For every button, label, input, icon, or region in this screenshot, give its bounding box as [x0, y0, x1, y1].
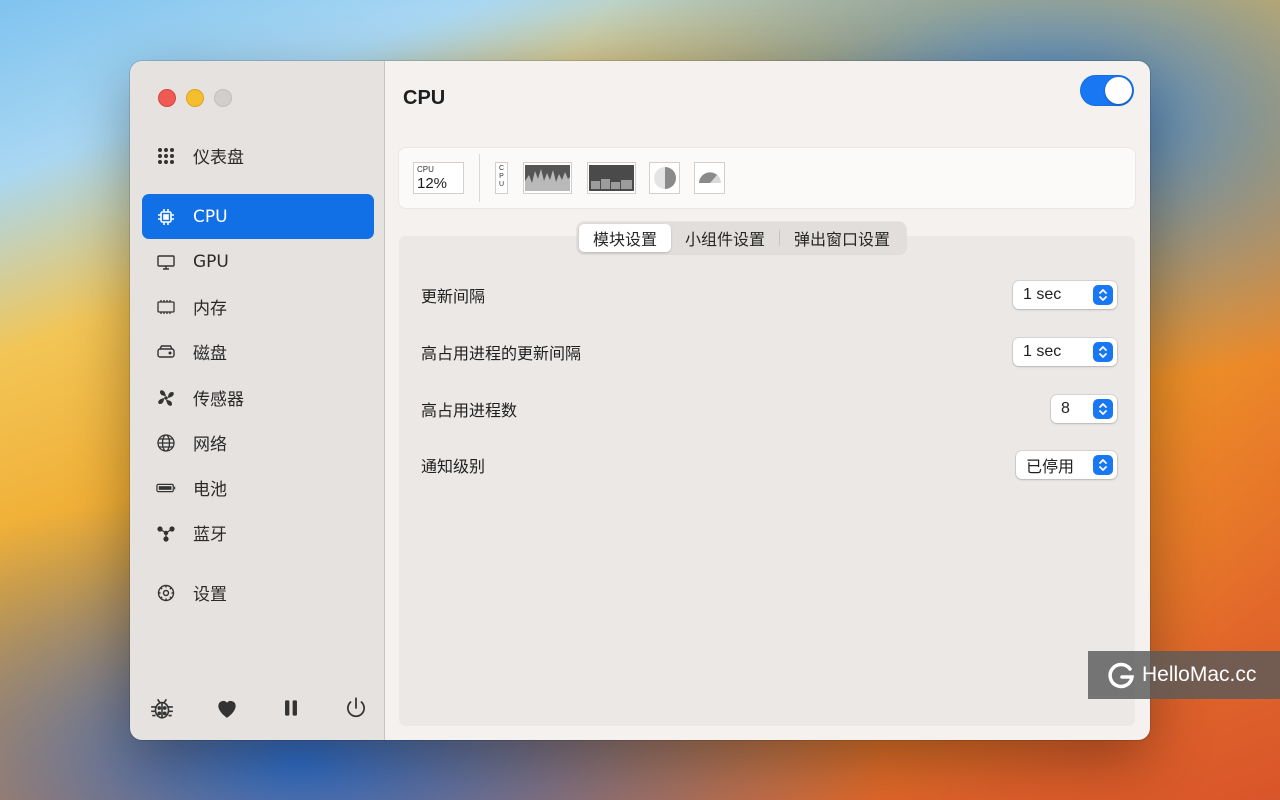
bar-chart-icon — [589, 165, 634, 191]
power-icon — [346, 697, 365, 718]
cpu-chip-icon — [155, 206, 177, 228]
top-process-interval-select[interactable]: 1 sec — [1013, 338, 1117, 366]
support-button[interactable] — [213, 694, 241, 722]
gear-icon — [155, 582, 177, 604]
sidebar-footer — [148, 694, 370, 722]
chevron-updown-icon — [1093, 455, 1113, 475]
top-process-count-select[interactable]: 8 — [1051, 395, 1117, 423]
select-value: 1 sec — [1023, 286, 1062, 303]
setting-label: 通知级别 — [421, 457, 486, 476]
line-chart-icon — [525, 165, 570, 191]
widget-gauge[interactable] — [694, 162, 725, 194]
sidebar-item-battery[interactable]: 电池 — [142, 465, 374, 510]
setting-row-top-process-count: 高占用进程数 8 — [421, 394, 1117, 424]
quit-button[interactable] — [342, 694, 370, 722]
dashboard-grid-icon — [155, 145, 177, 167]
sidebar-item-label: 电池 — [193, 480, 227, 500]
sidebar-item-sensors[interactable]: 传感器 — [142, 375, 374, 420]
gauge-icon — [698, 172, 721, 183]
sidebar-item-network[interactable]: 网络 — [142, 420, 374, 465]
fan-icon — [155, 387, 177, 409]
update-interval-select[interactable]: 1 sec — [1013, 281, 1117, 309]
sidebar-item-label: 内存 — [193, 299, 227, 319]
memory-icon — [155, 296, 177, 318]
tab-module-settings[interactable]: 模块设置 — [579, 224, 672, 252]
minimize-button[interactable] — [186, 89, 204, 107]
setting-row-notification-level: 通知级别 已停用 — [421, 450, 1117, 480]
settings-panel: 模块设置 小组件设置 弹出窗口设置 更新间隔 1 sec 高占用进程的更新间隔 … — [399, 222, 1135, 726]
divider — [479, 154, 480, 202]
widget-pie-chart[interactable] — [649, 162, 680, 194]
watermark-text: HelloMac.cc — [1142, 663, 1257, 686]
widget-mini-value: 12% — [417, 175, 448, 192]
watermark: HelloMac.cc — [1088, 651, 1280, 699]
chevron-updown-icon — [1093, 285, 1113, 305]
sidebar: 仪表盘 CPU GPU 内存 磁盘 传感器 网络 电池 蓝牙 设置 — [130, 61, 385, 740]
sidebar-item-label: 设置 — [193, 585, 227, 605]
tab-widget-settings[interactable]: 小组件设置 — [671, 224, 779, 252]
window-controls — [158, 89, 232, 107]
sidebar-item-label: 磁盘 — [193, 344, 227, 364]
chevron-updown-icon — [1093, 342, 1113, 362]
widget-vertical-label[interactable]: CPU — [495, 162, 508, 194]
sidebar-item-label: 蓝牙 — [193, 525, 227, 545]
setting-row-top-process-interval: 高占用进程的更新间隔 1 sec — [421, 337, 1117, 367]
sidebar-item-disk[interactable]: 磁盘 — [142, 329, 374, 374]
sidebar-item-gpu[interactable]: GPU — [142, 239, 374, 284]
widget-bar-chart[interactable] — [587, 162, 636, 194]
widget-mini[interactable]: CPU 12% — [413, 162, 464, 194]
page-title: CPU — [403, 87, 446, 109]
notification-level-select[interactable]: 已停用 — [1016, 451, 1117, 479]
battery-icon — [155, 477, 177, 499]
setting-row-update-interval: 更新间隔 1 sec — [421, 280, 1117, 310]
sidebar-item-label: GPU — [193, 251, 229, 272]
setting-label: 高占用进程的更新间隔 — [421, 344, 582, 363]
setting-label: 高占用进程数 — [421, 401, 518, 420]
main-content: CPU CPU 12% CPU 模块设置 小组件设置 弹出窗口设置 更新间隔 1… — [385, 61, 1150, 740]
report-bug-button[interactable] — [148, 694, 176, 722]
sidebar-item-memory[interactable]: 内存 — [142, 284, 374, 329]
bluetooth-network-icon — [155, 522, 177, 544]
pause-icon — [285, 700, 298, 716]
toggle-knob — [1105, 77, 1132, 104]
tab-popup-settings[interactable]: 弹出窗口设置 — [780, 224, 904, 252]
app-window: 仪表盘 CPU GPU 内存 磁盘 传感器 网络 电池 蓝牙 设置 CPU CP… — [130, 61, 1150, 740]
bug-icon — [151, 698, 173, 719]
hellomac-logo-icon — [1108, 662, 1135, 689]
pie-chart-icon — [653, 167, 676, 189]
widget-line-chart[interactable] — [523, 162, 572, 194]
sidebar-item-label: 传感器 — [193, 390, 244, 410]
widget-mini-label: CPU — [417, 165, 434, 174]
settings-tabs: 模块设置 小组件设置 弹出窗口设置 — [577, 222, 907, 254]
select-value: 已停用 — [1026, 459, 1075, 476]
zoom-button[interactable] — [214, 89, 232, 107]
heart-icon — [217, 700, 236, 718]
setting-label: 更新间隔 — [421, 287, 486, 306]
sidebar-item-label: CPU — [193, 206, 228, 227]
sidebar-item-cpu[interactable]: CPU — [142, 194, 374, 239]
monitor-icon — [155, 251, 177, 273]
globe-icon — [155, 432, 177, 454]
sidebar-item-label: 网络 — [193, 435, 227, 455]
disk-icon — [155, 341, 177, 363]
chevron-updown-icon — [1093, 399, 1113, 419]
select-value: 8 — [1061, 400, 1070, 417]
sidebar-item-settings[interactable]: 设置 — [142, 570, 374, 615]
pause-button[interactable] — [277, 694, 305, 722]
sidebar-item-bluetooth[interactable]: 蓝牙 — [142, 510, 374, 555]
widget-preview-bar: CPU 12% CPU — [399, 148, 1135, 208]
select-value: 1 sec — [1023, 343, 1062, 360]
sidebar-item-label: 仪表盘 — [193, 148, 244, 168]
close-button[interactable] — [158, 89, 176, 107]
module-enable-toggle[interactable] — [1080, 75, 1134, 106]
sidebar-item-dashboard[interactable]: 仪表盘 — [142, 133, 374, 178]
